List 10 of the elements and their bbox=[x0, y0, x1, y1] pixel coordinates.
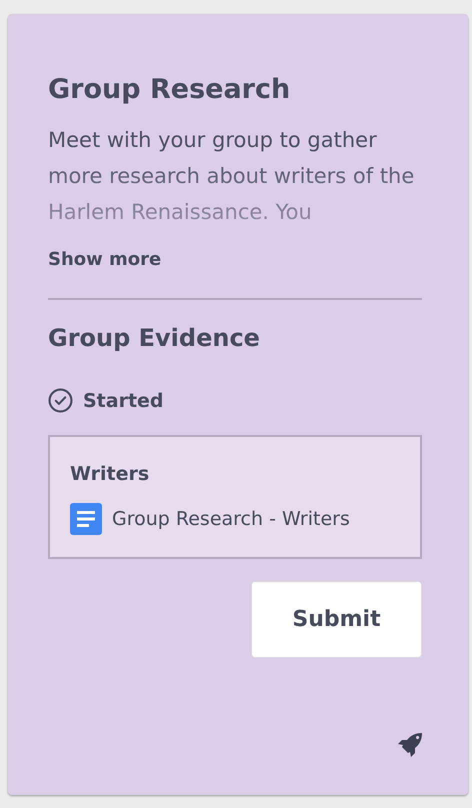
description-text: Meet with your group to gather more research about writers of the Harlem Renaissance. You bbox=[48, 127, 416, 226]
section-title: Group Evidence bbox=[48, 323, 261, 354]
attachment-link[interactable]: Group Research - Writers bbox=[112, 508, 350, 530]
show-more-link[interactable]: Show more bbox=[48, 248, 162, 272]
document-icon bbox=[70, 503, 102, 535]
card-title: Group Research bbox=[48, 73, 292, 107]
status-label: Started bbox=[83, 390, 164, 412]
check-circle-icon bbox=[48, 388, 73, 413]
submit-button[interactable]: Submit bbox=[251, 581, 422, 658]
evidence-title: Writers bbox=[70, 462, 150, 487]
